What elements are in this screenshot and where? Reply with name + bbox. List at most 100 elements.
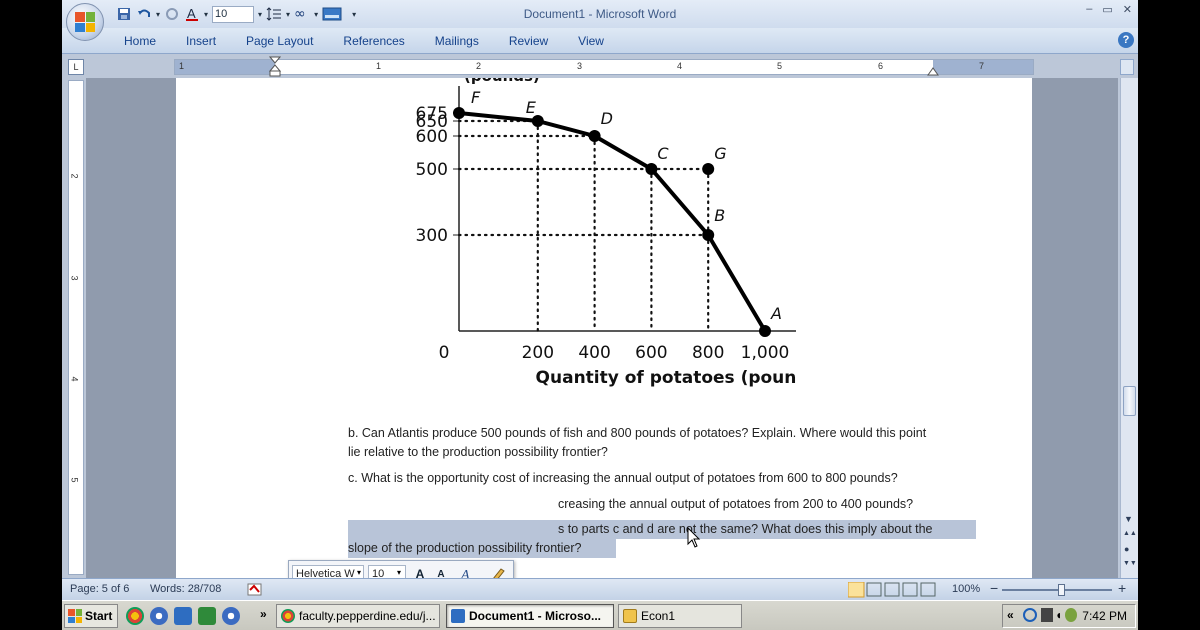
grow-font-button[interactable]: A: [411, 565, 429, 578]
tray-expand-icon[interactable]: «: [1007, 608, 1014, 622]
horizontal-ruler[interactable]: 1 1 2 3 4 5 6 7: [174, 56, 1034, 78]
vertical-scrollbar[interactable]: ▼ ▲▲ ● ▼▼: [1120, 78, 1138, 578]
security-icon[interactable]: [1065, 608, 1077, 622]
page-count[interactable]: Page: 5 of 6: [70, 583, 129, 595]
view-ruler-button[interactable]: [1120, 59, 1134, 75]
ruler-number: 5: [777, 61, 783, 71]
shrink-font-button[interactable]: A: [432, 566, 450, 578]
ribbon-tabs: Home Insert Page Layout References Maili…: [124, 34, 634, 48]
previous-page-icon[interactable]: ▲▲: [1123, 530, 1137, 537]
next-page-icon[interactable]: ▼▼: [1123, 560, 1137, 567]
word-quicklaunch-icon[interactable]: [174, 607, 192, 625]
status-bar: Page: 5 of 6 Words: 28/708 100% − +: [62, 578, 1138, 600]
question-c: c. What is the opportunity cost of incre…: [348, 471, 898, 485]
start-button[interactable]: Start: [64, 604, 118, 628]
tab-home[interactable]: Home: [124, 34, 171, 48]
task-word-label: Document1 - Microso...: [469, 609, 602, 623]
tab-insert[interactable]: Insert: [186, 34, 231, 48]
zoom-level[interactable]: 100%: [952, 583, 980, 595]
mini-font-name-box[interactable]: Helvetica W: [292, 565, 364, 578]
full-screen-reading-icon[interactable]: [866, 582, 882, 597]
monitor-icon[interactable]: [1041, 608, 1053, 622]
web-layout-icon[interactable]: [884, 582, 900, 597]
vruler-number: 3: [69, 275, 80, 281]
point-label-B: B: [714, 206, 725, 225]
print-layout-view-icon[interactable]: [848, 582, 865, 598]
task-word[interactable]: Document1 - Microso...: [446, 604, 614, 628]
question-b-line1: b. Can Atlantis produce 500 pounds of fi…: [348, 426, 927, 440]
zoom-slider-thumb[interactable]: [1058, 584, 1065, 596]
tab-view[interactable]: View: [578, 34, 619, 48]
styles-icon[interactable]: A: [459, 566, 481, 578]
excel-quicklaunch-icon[interactable]: [198, 607, 216, 625]
ribbon: Home Insert Page Layout References Maili…: [62, 28, 1138, 54]
taskbar: Start » faculty.pepperdine.edu/j... Docu…: [62, 600, 1138, 630]
vertical-ruler[interactable]: 2 3 4 5: [68, 80, 84, 575]
ppf-point-D: [588, 130, 601, 142]
format-painter-icon[interactable]: [489, 565, 507, 578]
network-icon[interactable]: [1023, 608, 1037, 622]
mouse-cursor-icon: [687, 527, 701, 548]
document-page[interactable]: (pounds)67565060050030002004006008001,00…: [176, 78, 1032, 578]
ppf-point-F: [453, 107, 465, 119]
quicklaunch-chevron-icon[interactable]: »: [260, 607, 267, 621]
ruler-number: 6: [878, 61, 884, 71]
tab-selector-button[interactable]: L: [68, 59, 84, 75]
x-tick-label: 200: [522, 343, 554, 363]
clock[interactable]: 7:42 PM: [1082, 609, 1127, 623]
tab-review[interactable]: Review: [509, 34, 563, 48]
word-icon: [451, 609, 465, 623]
view-buttons: [848, 582, 936, 598]
zoom-out-button[interactable]: −: [990, 580, 998, 596]
tab-references[interactable]: References: [343, 34, 419, 48]
font-name-dropdown-icon[interactable]: ▾: [357, 568, 361, 577]
folder-icon: [623, 609, 637, 623]
y-tick-label: 600: [416, 127, 448, 147]
task-folder[interactable]: Econ1: [618, 604, 742, 628]
help-icon[interactable]: ?: [1118, 32, 1134, 48]
zoom-in-button[interactable]: +: [1118, 580, 1126, 596]
y-tick-label: 300: [416, 226, 448, 246]
system-tray: « ◖ 7:42 PM: [1002, 604, 1136, 628]
ruler-number: 4: [677, 61, 683, 71]
zoom-slider[interactable]: [1002, 584, 1112, 596]
question-e-line1-text: s to parts c and d are not the same? Wha…: [558, 522, 933, 536]
close-button[interactable]: ✕: [1123, 3, 1132, 16]
word-window: ▾ A ▾ 10 ▾ ▾ ∞ ▾ ▾ Document1 - Microsoft…: [62, 0, 1138, 630]
chrome-icon[interactable]: [126, 607, 144, 625]
r-quicklaunch-icon[interactable]: [222, 607, 240, 625]
ruler-number: 2: [476, 61, 482, 71]
indent-marker-icon[interactable]: [269, 56, 281, 78]
chart-layer: (pounds)67565060050030002004006008001,00…: [416, 78, 796, 388]
x-tick-label: 600: [635, 343, 667, 363]
maximize-button[interactable]: ▭: [1102, 3, 1112, 16]
y-axis-label: (pounds): [464, 78, 540, 85]
draft-view-icon[interactable]: [920, 582, 936, 597]
word-count[interactable]: Words: 28/708: [150, 583, 221, 595]
right-indent-marker-icon[interactable]: [927, 66, 939, 76]
x-tick-label: 1,000: [741, 343, 790, 363]
minimize-button[interactable]: –: [1086, 3, 1092, 16]
point-label-F: F: [471, 88, 481, 107]
question-d-visible: creasing the annual output of potatoes f…: [558, 497, 914, 511]
point-label-E: E: [526, 98, 537, 117]
ruler-number: 1: [179, 61, 185, 71]
select-browse-object-icon[interactable]: ●: [1124, 544, 1129, 554]
office-button[interactable]: [66, 3, 104, 41]
font-size-dropdown-icon[interactable]: ▾: [397, 568, 401, 577]
scroll-down-arrow-icon[interactable]: ▼: [1124, 514, 1133, 524]
task-folder-label: Econ1: [641, 609, 676, 623]
question-e-line1-selected: s to parts c and d are not the same? Wha…: [348, 520, 976, 539]
task-browser[interactable]: faculty.pepperdine.edu/j...: [276, 604, 440, 628]
chrome-alt-icon[interactable]: [150, 607, 168, 625]
volume-icon[interactable]: ◖: [1055, 608, 1062, 622]
ruler-number: 3: [577, 61, 583, 71]
scrollbar-thumb[interactable]: [1123, 386, 1136, 416]
ppf-point-B: [702, 229, 715, 241]
proofing-icon[interactable]: [246, 581, 264, 598]
tab-page-layout[interactable]: Page Layout: [246, 34, 328, 48]
tab-mailings[interactable]: Mailings: [435, 34, 494, 48]
point-label-C: C: [657, 144, 669, 163]
outline-view-icon[interactable]: [902, 582, 918, 597]
question-e-line2-selected: slope of the production possibility fron…: [348, 539, 616, 558]
